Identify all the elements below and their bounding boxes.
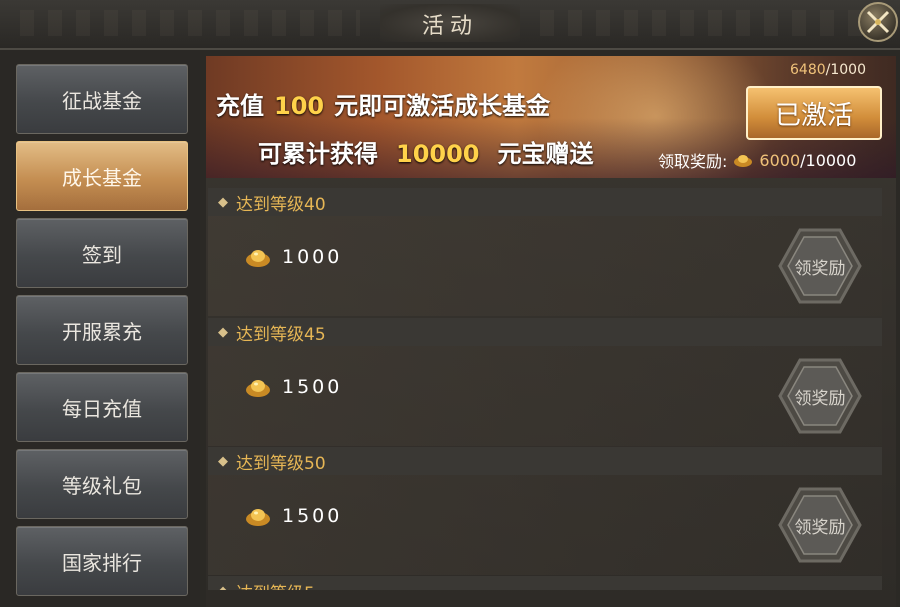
gold-ingot-icon <box>246 380 270 397</box>
tier-header: ◆ 达到等级50 <box>208 447 882 475</box>
tier-title: 达到等级45 <box>236 324 326 345</box>
tier-header: ◆ 达到等级5 <box>208 576 882 590</box>
tier-title: 达到等级5 <box>236 579 315 590</box>
tier-reward: 1000 <box>244 246 342 268</box>
sidebar-item-label: 签到 <box>82 242 122 267</box>
tier-title: 达到等级50 <box>236 453 326 474</box>
sidebar-item-label: 等级礼包 <box>62 473 142 498</box>
banner-line1-prefix: 充值 <box>216 92 264 120</box>
sidebar-item-label: 开服累充 <box>62 319 142 344</box>
progress-total: /1000 <box>825 62 866 78</box>
reward-current: 6000 <box>759 150 801 170</box>
claim-reward-button[interactable]: 领奖励 <box>778 228 862 304</box>
tier-row: 1000 领奖励 <box>208 216 882 316</box>
growth-fund-panel: 充值 100 元即可激活成长基金 可累计获得 10000 元宝赠送 6480/1000 … <box>206 56 896 607</box>
fund-banner: 充值 100 元即可激活成长基金 可累计获得 10000 元宝赠送 6480/1000 … <box>206 56 896 178</box>
title-bar: 活动 <box>0 0 900 50</box>
progress-current: 6480 <box>790 62 826 78</box>
gold-ingot-icon <box>734 155 753 167</box>
banner-recharge-amount: 100 <box>274 92 325 120</box>
tier-header: ◆ 达到等级45 <box>208 318 882 346</box>
diamond-bullet-icon: ◆ <box>218 194 228 210</box>
diamond-bullet-icon: ◆ <box>218 584 228 590</box>
banner-recharge-text: 充值 100 元即可激活成长基金 <box>216 86 550 121</box>
sidebar-item-level-gift[interactable]: 等级礼包 <box>16 449 188 519</box>
tier-reward-amount: 1500 <box>282 376 343 398</box>
activity-sidebar: 征战基金 成长基金 签到 开服累充 每日充值 等级礼包 国家排行 <box>0 50 200 607</box>
close-button[interactable] <box>858 2 898 42</box>
sidebar-item-label: 征战基金 <box>62 88 142 113</box>
diamond-bullet-icon: ◆ <box>218 453 228 469</box>
activated-button[interactable]: 已激活 <box>746 86 882 140</box>
sidebar-item-campaign-fund[interactable]: 征战基金 <box>16 64 188 134</box>
claim-reward-label: 领奖励 <box>794 517 846 538</box>
banner-line1-suffix: 元即可激活成长基金 <box>334 92 551 120</box>
banner-line2-prefix: 可累计获得 <box>258 140 378 168</box>
sidebar-item-label: 每日充值 <box>62 396 142 421</box>
crossed-swords-icon <box>866 10 890 34</box>
tier-reward: 1500 <box>244 505 342 527</box>
sidebar-item-daily-recharge[interactable]: 每日充值 <box>16 372 188 442</box>
reward-total: /10000 <box>800 150 857 170</box>
reward-status-label: 领取奖励: <box>658 152 728 171</box>
gold-ingot-icon <box>246 509 270 526</box>
recharge-progress: 6480/1000 <box>790 62 866 78</box>
banner-line2-suffix: 元宝赠送 <box>497 140 594 168</box>
reward-status: 领取奖励: 6000/10000 <box>658 148 856 172</box>
claim-reward-label: 领奖励 <box>794 388 846 409</box>
tier-reward-amount: 1500 <box>282 505 343 527</box>
sidebar-item-sign-in[interactable]: 签到 <box>16 218 188 288</box>
gold-ingot-icon <box>246 250 270 267</box>
tier-reward: 1500 <box>244 376 342 398</box>
claim-reward-button[interactable]: 领奖励 <box>778 358 862 434</box>
banner-reward-text: 可累计获得 10000 元宝赠送 <box>258 134 594 169</box>
banner-reward-amount: 10000 <box>396 140 480 168</box>
diamond-bullet-icon: ◆ <box>218 324 228 340</box>
sidebar-item-label: 国家排行 <box>62 550 142 575</box>
tier-row: 1500 领奖励 <box>208 475 882 575</box>
sidebar-item-server-recharge[interactable]: 开服累充 <box>16 295 188 365</box>
claim-reward-button[interactable]: 领奖励 <box>778 487 862 563</box>
tier-reward-amount: 1000 <box>282 246 343 268</box>
claim-reward-label: 领奖励 <box>794 258 846 279</box>
sidebar-item-growth-fund[interactable]: 成长基金 <box>16 141 188 211</box>
tier-title: 达到等级40 <box>236 194 326 215</box>
tier-header: ◆ 达到等级40 <box>208 188 882 216</box>
window-title: 活动 <box>421 14 478 39</box>
sidebar-item-label: 成长基金 <box>62 165 142 190</box>
tier-row: 1500 领奖励 <box>208 346 882 446</box>
sidebar-item-nation-ranking[interactable]: 国家排行 <box>16 526 188 596</box>
